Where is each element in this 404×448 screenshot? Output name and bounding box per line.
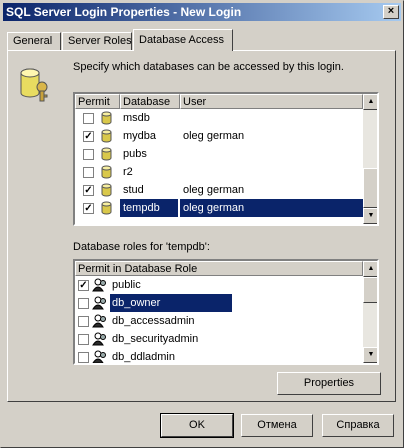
roles-scroll-down-button[interactable]: ▼ bbox=[363, 347, 377, 363]
database-row[interactable]: pubs bbox=[75, 145, 363, 163]
role-name: db_owner bbox=[110, 294, 232, 312]
column-header-database[interactable]: Database bbox=[120, 94, 180, 109]
database-name: r2 bbox=[123, 166, 133, 178]
column-header-permit[interactable]: Permit bbox=[75, 94, 120, 109]
database-user bbox=[180, 145, 363, 163]
permit-checkbox[interactable]: ✓ bbox=[83, 203, 94, 214]
scroll-up-button[interactable]: ▲ bbox=[363, 94, 377, 110]
login-properties-window: SQL Server Login Properties - New Login … bbox=[0, 0, 404, 448]
user-role-icon bbox=[92, 350, 108, 363]
scroll-thumb[interactable] bbox=[363, 168, 377, 208]
permit-checkbox[interactable] bbox=[83, 167, 94, 178]
database-access-icon bbox=[20, 68, 48, 102]
database-icon bbox=[101, 201, 112, 221]
role-checkbox[interactable]: ✓ bbox=[78, 280, 89, 291]
roles-label: Database roles for 'tempdb': bbox=[73, 241, 210, 253]
role-checkbox[interactable] bbox=[78, 298, 89, 309]
database-row[interactable]: ✓ tempdb oleg german bbox=[75, 199, 363, 217]
role-checkbox[interactable] bbox=[78, 352, 89, 363]
database-name: tempdb bbox=[120, 199, 178, 217]
scroll-down-button[interactable]: ▼ bbox=[363, 208, 377, 224]
title-bar[interactable]: SQL Server Login Properties - New Login … bbox=[3, 3, 401, 21]
roles-scroll-up-button[interactable]: ▲ bbox=[363, 261, 377, 277]
database-user: oleg german bbox=[180, 199, 363, 217]
role-name: public bbox=[112, 279, 141, 291]
permit-checkbox[interactable]: ✓ bbox=[83, 185, 94, 196]
role-row[interactable]: db_accessadmin bbox=[75, 312, 363, 330]
role-row[interactable]: ✓ public bbox=[75, 276, 363, 294]
roles-scroll-thumb[interactable] bbox=[363, 277, 377, 303]
role-name: db_ddladmin bbox=[112, 351, 175, 363]
database-name: mydba bbox=[123, 130, 157, 142]
database-name: stud bbox=[123, 184, 144, 196]
instruction-text: Specify which databases can be accessed … bbox=[73, 61, 344, 73]
database-user: oleg german bbox=[183, 130, 245, 142]
tab-database-access[interactable]: Database Access bbox=[133, 29, 233, 51]
properties-button[interactable]: Properties bbox=[277, 372, 381, 395]
database-list-scrollbar[interactable]: ▲ ▼ bbox=[363, 94, 377, 224]
tab-general[interactable]: General bbox=[7, 32, 61, 50]
role-name: db_securityadmin bbox=[112, 333, 199, 345]
tab-server-roles[interactable]: Server Roles bbox=[62, 32, 132, 50]
column-header-permit-role[interactable]: Permit in Database Role bbox=[75, 261, 363, 276]
permit-checkbox[interactable] bbox=[83, 113, 94, 124]
role-name: db_accessadmin bbox=[112, 315, 195, 327]
role-row[interactable]: db_ddladmin bbox=[75, 348, 363, 363]
database-row[interactable]: r2 bbox=[75, 163, 363, 181]
permit-checkbox[interactable]: ✓ bbox=[83, 131, 94, 142]
database-user bbox=[180, 109, 363, 127]
database-row[interactable]: ✓ stud oleg german bbox=[75, 181, 363, 199]
database-user: oleg german bbox=[183, 184, 245, 196]
database-row[interactable]: ✓ mydba oleg german bbox=[75, 127, 363, 145]
role-row[interactable]: db_owner bbox=[75, 294, 363, 312]
database-row[interactable]: msdb bbox=[75, 109, 363, 127]
help-button[interactable]: Справка bbox=[322, 414, 394, 437]
permit-checkbox[interactable] bbox=[83, 149, 94, 160]
role-checkbox[interactable] bbox=[78, 334, 89, 345]
roles-list-scrollbar[interactable]: ▲ ▼ bbox=[363, 261, 377, 363]
close-button[interactable]: × bbox=[383, 5, 399, 19]
ok-button[interactable]: OK bbox=[160, 413, 234, 438]
role-row[interactable]: db_securityadmin bbox=[75, 330, 363, 348]
database-name: pubs bbox=[123, 148, 147, 160]
database-list[interactable]: Permit Database User msdb ✓ mydba oleg germ… bbox=[73, 92, 379, 226]
window-title: SQL Server Login Properties - New Login bbox=[6, 5, 242, 19]
cancel-button[interactable]: Отмена bbox=[241, 414, 313, 437]
roles-list[interactable]: Permit in Database Role ✓ public db_ownerd… bbox=[73, 259, 379, 365]
role-checkbox[interactable] bbox=[78, 316, 89, 327]
column-header-user[interactable]: User bbox=[180, 94, 363, 109]
database-name: msdb bbox=[123, 112, 150, 124]
database-user bbox=[180, 163, 363, 181]
